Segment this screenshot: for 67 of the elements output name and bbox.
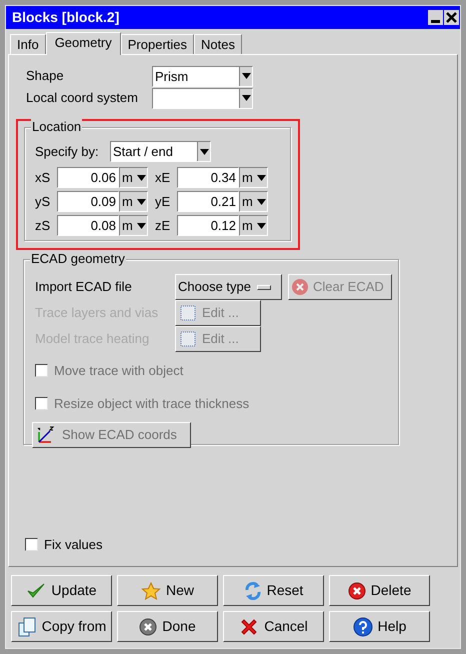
help-icon xyxy=(352,616,373,636)
choose-type-button[interactable]: Choose type xyxy=(175,274,282,300)
field-label: Import ECAD file xyxy=(35,278,133,296)
coord-label: xE xyxy=(155,168,172,187)
group-title: ECAD geometry xyxy=(30,251,126,267)
dropdown-arrow-icon xyxy=(257,222,266,228)
coord-label: yE xyxy=(155,192,172,211)
checkbox-label: Resize object with trace thickness xyxy=(54,394,250,413)
close-icon xyxy=(139,618,158,636)
tab[interactable]: Geometry xyxy=(46,32,121,55)
dotted-square-icon xyxy=(180,331,196,347)
field-label: Specify by: xyxy=(35,142,100,161)
coord-label: xS xyxy=(35,168,52,187)
coord-field[interactable]: 0.21 xyxy=(177,191,239,212)
action-button[interactable]: Done xyxy=(117,611,218,642)
coord-field[interactable]: 0.06 xyxy=(57,167,119,188)
delete-icon xyxy=(291,278,309,296)
coord-system-dropdown[interactable] xyxy=(152,88,253,108)
shape-dropdown[interactable]: Prism xyxy=(152,66,253,86)
action-button[interactable]: Delete xyxy=(329,575,430,606)
delete-icon xyxy=(348,582,366,600)
action-button[interactable]: Cancel xyxy=(223,611,324,642)
cancel-icon xyxy=(239,616,260,636)
dropdown-arrow-icon xyxy=(242,95,250,101)
coord-field[interactable]: 0.08 xyxy=(57,215,119,236)
dropdown-arrow-icon xyxy=(242,73,250,79)
checkbox-label: Move trace with object xyxy=(54,362,184,380)
action-button[interactable]: Copy from xyxy=(11,611,112,642)
tab[interactable]: Properties xyxy=(120,34,194,54)
dropdown-arrow-icon xyxy=(200,148,208,154)
specify-by-dropdown[interactable]: Start / end xyxy=(110,141,211,162)
star-icon xyxy=(140,582,161,600)
dropdown-arrow-icon xyxy=(257,174,266,180)
field-label: Shape xyxy=(26,67,65,86)
unit-dropdown[interactable]: m xyxy=(119,191,148,212)
coord-label: zS xyxy=(35,216,52,235)
action-button[interactable]: Help xyxy=(329,611,430,642)
checkbox-label: Fix values xyxy=(44,536,103,554)
axes-icon xyxy=(36,426,56,444)
coord-field[interactable]: 0.34 xyxy=(177,167,239,188)
dotted-square-icon xyxy=(180,305,196,321)
field-label: Local coord system xyxy=(26,89,139,108)
close-button[interactable] xyxy=(444,10,459,25)
action-button[interactable]: Update xyxy=(11,575,112,606)
coord-field[interactable]: 0.09 xyxy=(57,191,119,212)
unit-dropdown[interactable]: m xyxy=(239,191,268,212)
copy-icon xyxy=(16,616,37,636)
dropdown-arrow-icon xyxy=(137,198,146,204)
action-button[interactable]: New xyxy=(117,575,218,606)
tab[interactable]: Notes xyxy=(194,34,242,54)
refresh-icon xyxy=(244,580,262,600)
unit-dropdown[interactable]: m xyxy=(119,215,148,236)
dropdown-arrow-icon xyxy=(257,198,266,204)
window-title: Blocks [block.2] xyxy=(12,8,120,27)
unit-dropdown[interactable]: m xyxy=(239,167,268,188)
coord-field[interactable]: 0.12 xyxy=(177,215,239,236)
check-icon xyxy=(26,582,46,600)
dropdown-arrow-icon xyxy=(137,222,146,228)
tab[interactable]: Info xyxy=(10,34,46,54)
dropdown-arrow-icon xyxy=(137,174,146,180)
coord-label: yS xyxy=(35,192,52,211)
checkbox[interactable] xyxy=(25,538,38,552)
minimize-button[interactable] xyxy=(428,10,443,25)
unit-dropdown[interactable]: m xyxy=(239,215,268,236)
action-button[interactable]: Reset xyxy=(223,575,324,606)
coord-label: zE xyxy=(155,216,172,235)
unit-dropdown[interactable]: m xyxy=(119,167,148,188)
